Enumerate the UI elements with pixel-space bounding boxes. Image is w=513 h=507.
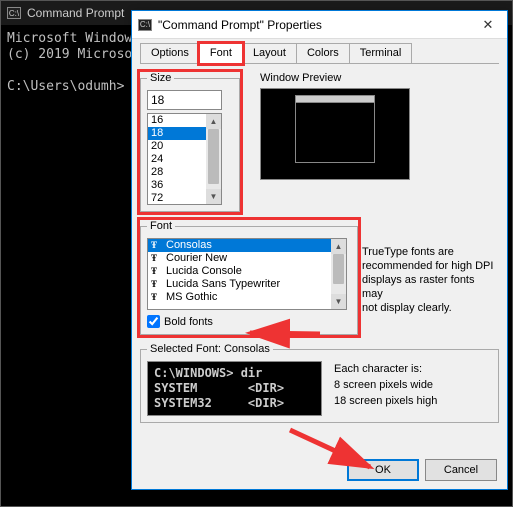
scroll-thumb[interactable]	[208, 129, 219, 184]
preview-window	[295, 95, 375, 163]
scroll-up-icon[interactable]: ▲	[331, 239, 346, 254]
tab-font[interactable]: Font	[199, 43, 243, 64]
font-hint-text: TrueType fonts are recommended for high …	[362, 245, 497, 315]
ok-button[interactable]: OK	[347, 459, 419, 481]
size-scrollbar[interactable]: ▲ ▼	[206, 114, 221, 204]
dialog-title: "Command Prompt" Properties	[158, 18, 463, 32]
font-option[interactable]: ŦMS Gothic	[148, 291, 346, 304]
size-legend: Size	[147, 72, 174, 84]
truetype-icon: Ŧ	[151, 239, 163, 252]
font-scrollbar[interactable]: ▲ ▼	[331, 239, 346, 309]
tab-colors[interactable]: Colors	[296, 43, 350, 63]
cmd-icon: C:\	[7, 7, 21, 19]
font-option[interactable]: ŦCourier New	[148, 252, 346, 265]
font-list[interactable]: ŦConsolas ŦCourier New ŦLucida Console Ŧ…	[147, 238, 347, 310]
cmd-icon: C:\	[138, 19, 152, 31]
font-legend: Font	[147, 220, 175, 232]
font-group: Font ŦConsolas ŦCourier New ŦLucida Cons…	[140, 220, 358, 335]
tab-layout[interactable]: Layout	[242, 43, 297, 63]
bold-fonts-label: Bold fonts	[164, 316, 213, 328]
tab-strip: Options Font Layout Colors Terminal	[140, 43, 499, 64]
cancel-button[interactable]: Cancel	[425, 459, 497, 481]
tab-terminal[interactable]: Terminal	[349, 43, 413, 63]
font-option[interactable]: ŦLucida Console	[148, 265, 346, 278]
scroll-down-icon[interactable]: ▼	[206, 189, 221, 204]
size-list[interactable]: 16 18 20 24 28 36 72 ▲ ▼	[147, 113, 222, 205]
preview-label: Window Preview	[260, 72, 499, 84]
window-preview-area: Window Preview	[260, 72, 499, 220]
size-input[interactable]	[147, 90, 222, 110]
preview-window-titlebar	[296, 96, 374, 103]
preview-box	[260, 88, 410, 180]
truetype-icon: Ŧ	[151, 291, 163, 304]
dialog-buttons: OK Cancel	[347, 459, 497, 481]
size-group: Size 16 18 20 24 28 36 72 ▲	[140, 72, 240, 212]
bold-fonts-checkbox[interactable]	[147, 315, 160, 328]
dialog-titlebar[interactable]: C:\ "Command Prompt" Properties ✕	[132, 11, 507, 39]
truetype-icon: Ŧ	[151, 252, 163, 265]
scroll-down-icon[interactable]: ▼	[331, 294, 346, 309]
font-sample: C:\WINDOWS> dir SYSTEM <DIR> SYSTEM32 <D…	[147, 361, 322, 416]
truetype-icon: Ŧ	[151, 265, 163, 278]
selected-font-legend: Selected Font: Consolas	[147, 343, 273, 355]
font-option[interactable]: ŦLucida Sans Typewriter	[148, 278, 346, 291]
selected-font-group: Selected Font: Consolas C:\WINDOWS> dir …	[140, 343, 499, 423]
font-option[interactable]: ŦConsolas	[148, 239, 346, 252]
scroll-up-icon[interactable]: ▲	[206, 114, 221, 129]
truetype-icon: Ŧ	[151, 278, 163, 291]
scroll-thumb[interactable]	[333, 254, 344, 284]
properties-dialog: C:\ "Command Prompt" Properties ✕ Option…	[131, 10, 508, 490]
cmd-title: Command Prompt	[27, 6, 124, 20]
bold-fonts-row[interactable]: Bold fonts	[147, 315, 351, 328]
char-info: Each character is: 8 screen pixels wide …	[334, 361, 437, 409]
tab-options[interactable]: Options	[140, 43, 200, 63]
close-button[interactable]: ✕	[469, 11, 507, 39]
